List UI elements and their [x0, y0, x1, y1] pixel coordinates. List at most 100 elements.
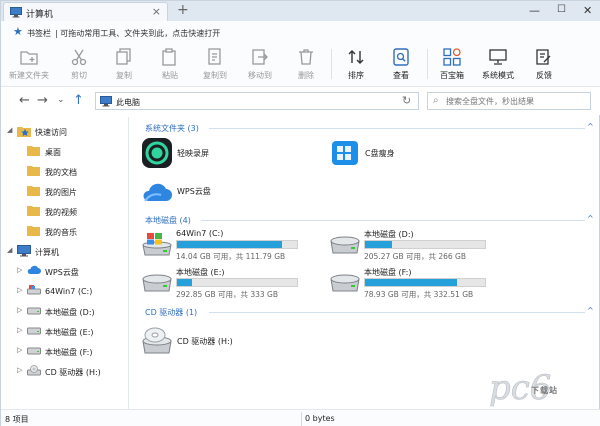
expand-arrow-icon[interactable]: ▷ [17, 266, 22, 274]
status-size: 0 bytes [305, 414, 335, 423]
watermark-brand: 下载站 [531, 386, 558, 395]
status-bar: 8 项目 0 bytes [1, 409, 600, 426]
collapse-chevron-icon[interactable]: ^ [587, 122, 594, 131]
cut-button[interactable]: 剪切 [57, 45, 101, 85]
monitor-icon [489, 49, 507, 65]
expand-arrow-icon[interactable]: ▷ [17, 346, 22, 354]
trash-icon [299, 49, 313, 65]
hard-drive-icon [142, 274, 172, 292]
forward-arrow-icon[interactable]: → [37, 93, 48, 108]
bookmark-bar-label[interactable]: 书签栏 [27, 28, 51, 39]
sort-icon [348, 50, 364, 64]
search-box[interactable]: ⌕ [427, 92, 591, 110]
screen-recorder-icon [142, 138, 172, 168]
folder-icon [27, 146, 40, 156]
folder-c-drive-cleanup[interactable]: C盘瘦身 [329, 137, 489, 173]
bookmark-bar-hint: | 可拖动常用工具、文件夹到此，点击快速打开 [55, 29, 221, 38]
close-window-icon[interactable]: ✕ [583, 4, 592, 17]
folder-icon [27, 206, 40, 216]
hard-drive-icon [27, 347, 41, 355]
address-path: 此电脑 [116, 98, 140, 107]
new-tab-icon[interactable]: + [177, 2, 189, 18]
move-to-icon [252, 49, 268, 65]
section-header-local-disks[interactable]: 本地磁盘 (4) [145, 215, 191, 226]
refresh-icon[interactable]: ↻ [402, 94, 411, 107]
collapse-arrow-icon[interactable]: ◢ [7, 246, 12, 254]
search-input[interactable] [446, 95, 586, 108]
system-mode-button[interactable]: 系统模式 [476, 45, 520, 85]
copy-to-icon [208, 48, 221, 65]
cd-drive-icon [142, 327, 172, 354]
watermark-logo: pc6 下载站 [487, 361, 597, 409]
cd-drive-icon [27, 365, 41, 376]
star-icon: ★ [13, 25, 23, 38]
drive-usage-bar [176, 240, 298, 249]
hard-drive-icon [330, 274, 360, 292]
folder-icon [27, 226, 40, 236]
drive-cd-h[interactable]: CD 驱动器 (H:) [141, 325, 301, 361]
paste-icon [162, 48, 176, 66]
folder-wps-cloud[interactable]: WPS云盘 [141, 175, 301, 211]
expand-arrow-icon[interactable]: ▷ [17, 306, 22, 314]
drive-usage-fill [177, 279, 192, 286]
collapse-chevron-icon[interactable]: ^ [587, 214, 594, 223]
maximize-icon[interactable]: ☐ [557, 4, 566, 15]
history-dropdown-icon[interactable]: ⌄ [57, 95, 65, 105]
hard-drive-icon [27, 307, 41, 315]
address-bar[interactable]: 此电脑 ↻ [95, 92, 419, 110]
explorer-window: 计算机 × + — ☐ ✕ ★ 书签栏 | 可拖动常用工具、文件夹到此，点击快速… [0, 0, 600, 426]
tab-title: 计算机 [26, 10, 54, 20]
bookmark-bar: ★ 书签栏 | 可拖动常用工具、文件夹到此，点击快速打开 [1, 21, 600, 43]
drive-usage-fill [365, 241, 393, 248]
collapse-arrow-icon[interactable]: ◢ [7, 126, 12, 134]
drive-usage-bar [176, 278, 298, 287]
minimize-icon[interactable]: — [529, 4, 540, 17]
scissors-icon [71, 49, 87, 66]
title-bar: 计算机 × + — ☐ ✕ [1, 1, 600, 21]
copy-button[interactable]: 复制 [102, 45, 146, 85]
hard-drive-icon [330, 236, 360, 254]
view-icon [393, 48, 409, 66]
drive-e[interactable]: 本地磁盘 (E:) 292.85 GB 可用，共 333 GB [141, 267, 311, 299]
toolbox-button[interactable]: 百宝箱 [430, 45, 474, 85]
copy-to-button[interactable]: 复制到 [193, 45, 237, 85]
status-divider [301, 412, 302, 426]
toolbar-separator [427, 49, 428, 79]
new-folder-button[interactable]: 新建文件夹 [7, 45, 51, 85]
drive-c[interactable]: 64Win7 (C:) 14.04 GB 可用，共 111.79 GB [141, 229, 311, 261]
hard-drive-icon [27, 327, 41, 335]
folder-screen-recorder[interactable]: 轻映录屏 [141, 137, 301, 173]
tab-close-icon[interactable]: × [152, 5, 161, 18]
sort-button[interactable]: 排序 [334, 45, 378, 85]
delete-button[interactable]: 删除 [284, 45, 328, 85]
tab-computer[interactable]: 计算机 × [3, 2, 168, 21]
toolbar: 新建文件夹 剪切 复制 粘贴 复制到 移动到 删除 排序 查看 百宝箱 系统模式… [1, 43, 600, 87]
drive-usage-bar [364, 240, 486, 249]
computer-icon [17, 245, 31, 257]
collapse-chevron-icon[interactable]: ^ [587, 306, 594, 315]
c-drive-cleanup-icon [332, 141, 358, 165]
move-to-button[interactable]: 移动到 [238, 45, 282, 85]
new-folder-icon [20, 51, 38, 65]
back-arrow-icon[interactable]: ← [19, 93, 30, 108]
expand-arrow-icon[interactable]: ▷ [17, 366, 22, 374]
expand-arrow-icon[interactable]: ▷ [17, 326, 22, 334]
quick-access-folder-icon [17, 127, 31, 137]
drive-usage-bar [364, 278, 486, 287]
section-header-cd-drives[interactable]: CD 驱动器 (1) [145, 307, 197, 318]
computer-icon [100, 96, 112, 107]
section-divider [209, 128, 585, 129]
feedback-icon [536, 49, 551, 65]
paste-button[interactable]: 粘贴 [148, 45, 192, 85]
drive-f[interactable]: 本地磁盘 (F:) 78.93 GB 可用，共 332.51 GB [329, 267, 499, 299]
view-button[interactable]: 查看 [379, 45, 423, 85]
computer-icon [10, 7, 22, 18]
expand-arrow-icon[interactable]: ▷ [17, 286, 22, 294]
drive-d[interactable]: 本地磁盘 (D:) 205.27 GB 可用，共 266 GB [329, 229, 499, 261]
system-drive-icon [27, 285, 41, 295]
feedback-button[interactable]: 反馈 [522, 45, 566, 85]
section-header-system-folders[interactable]: 系统文件夹 (3) [145, 123, 199, 134]
toolbox-icon [443, 48, 461, 66]
drive-usage-fill [177, 241, 282, 248]
up-arrow-icon[interactable]: ↑ [73, 93, 84, 108]
